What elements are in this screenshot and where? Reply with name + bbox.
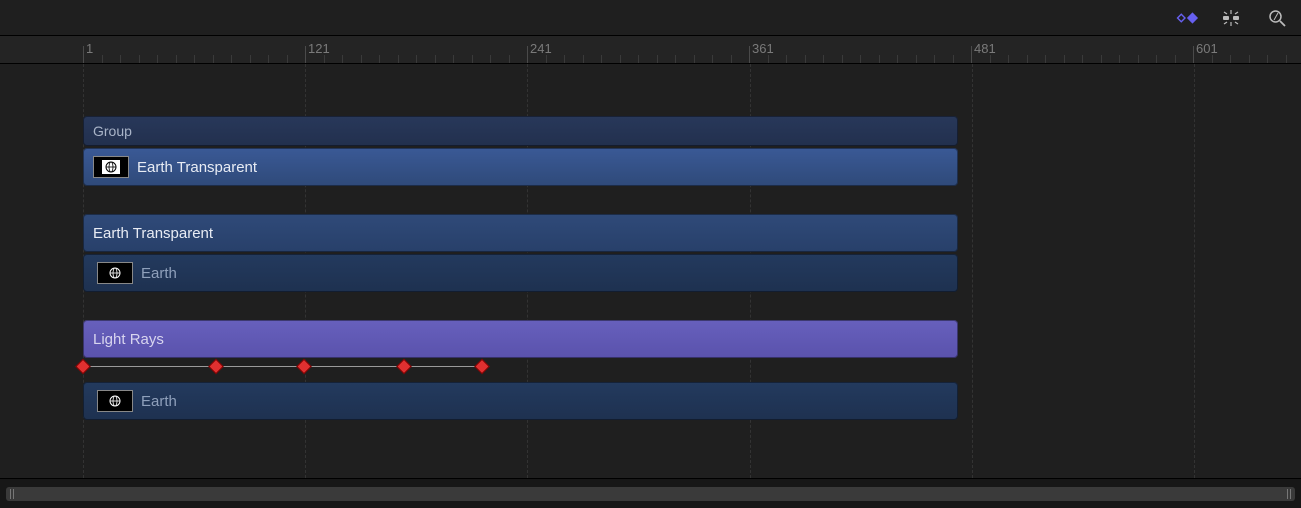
clip-label: Earth	[141, 265, 177, 282]
clip-thumbnail	[97, 390, 133, 412]
ruler-minor-tick	[342, 55, 343, 63]
timeline-scrollbar[interactable]	[0, 478, 1301, 508]
ruler-minor-tick	[509, 55, 510, 63]
ruler-minor-tick	[712, 55, 713, 63]
clip-label: Earth Transparent	[137, 159, 257, 176]
ruler-minor-tick	[583, 55, 584, 63]
ruler-minor-tick	[250, 55, 251, 63]
ruler-minor-tick	[1267, 55, 1268, 63]
ruler-minor-tick	[860, 55, 861, 63]
ruler-minor-tick	[176, 55, 177, 63]
ruler-minor-tick	[490, 55, 491, 63]
ruler-minor-tick	[1138, 55, 1139, 63]
ruler-minor-tick	[268, 55, 269, 63]
ruler-minor-tick	[731, 55, 732, 63]
ruler-minor-tick	[194, 55, 195, 63]
ruler-minor-tick	[546, 55, 547, 63]
keyframe-marker[interactable]	[474, 359, 490, 375]
ruler-minor-tick	[398, 55, 399, 63]
timeline-clip[interactable]: Earth Transparent	[83, 214, 958, 252]
ruler-minor-tick	[638, 55, 639, 63]
ruler-minor-tick	[1101, 55, 1102, 63]
ruler-minor-tick	[694, 55, 695, 63]
ruler-minor-tick	[786, 55, 787, 63]
clip-label: Light Rays	[93, 331, 164, 348]
ruler-minor-tick	[1064, 55, 1065, 63]
zoom-icon[interactable]	[1263, 4, 1291, 32]
ruler-minor-tick	[1119, 55, 1120, 63]
ruler-minor-tick	[657, 55, 658, 63]
ruler-minor-tick	[102, 55, 103, 63]
ruler-minor-tick	[1249, 55, 1250, 63]
ruler-minor-tick	[1027, 55, 1028, 63]
keyframe-marker[interactable]	[296, 359, 312, 375]
ruler-minor-tick	[157, 55, 158, 63]
ruler-minor-tick	[1045, 55, 1046, 63]
clip-label: Group	[93, 123, 132, 139]
clip-thumbnail	[97, 262, 133, 284]
ruler-label: 1	[86, 41, 93, 56]
ruler-minor-tick	[805, 55, 806, 63]
ruler-minor-tick	[120, 55, 121, 63]
ruler-minor-tick	[1156, 55, 1157, 63]
ruler-label: 601	[1196, 41, 1218, 56]
ruler-label: 361	[752, 41, 774, 56]
timeline-clip[interactable]: Earth	[83, 382, 958, 420]
timeline-clip[interactable]: Light Rays	[83, 320, 958, 358]
keyframe-marker[interactable]	[75, 359, 91, 375]
ruler-minor-tick	[842, 55, 843, 63]
clip-label: Earth	[141, 393, 177, 410]
ruler-minor-tick	[213, 55, 214, 63]
ruler-label: 121	[308, 41, 330, 56]
ruler-minor-tick	[472, 55, 473, 63]
timeline-tracks-area[interactable]: Group Earth Transparent Earth Transparent E…	[0, 64, 1301, 478]
timeline-clip[interactable]: Earth	[83, 254, 958, 292]
ruler-minor-tick	[416, 55, 417, 63]
grid-line	[972, 64, 973, 478]
ruler-minor-tick	[823, 55, 824, 63]
timeline-clip[interactable]: Earth Transparent	[83, 148, 958, 186]
scroll-thumb[interactable]	[6, 487, 1295, 501]
clip-label: Earth Transparent	[93, 225, 213, 242]
ruler-label: 481	[974, 41, 996, 56]
ruler-minor-tick	[287, 55, 288, 63]
ruler-minor-tick	[1008, 55, 1009, 63]
ruler-minor-tick	[324, 55, 325, 63]
ruler-minor-tick	[953, 55, 954, 63]
ruler-minor-tick	[601, 55, 602, 63]
ruler-minor-tick	[897, 55, 898, 63]
ruler-minor-tick	[564, 55, 565, 63]
timeline-toolbar	[0, 0, 1301, 36]
grid-line	[1194, 64, 1195, 478]
ruler-minor-tick	[1230, 55, 1231, 63]
ruler-minor-tick	[1212, 55, 1213, 63]
ruler-minor-tick	[231, 55, 232, 63]
ruler-minor-tick	[435, 55, 436, 63]
ruler-minor-tick	[620, 55, 621, 63]
ruler-minor-tick	[934, 55, 935, 63]
ruler-minor-tick	[990, 55, 991, 63]
ruler-label: 241	[530, 41, 552, 56]
ruler-minor-tick	[139, 55, 140, 63]
ruler-minor-tick	[361, 55, 362, 63]
keyframe-line	[83, 366, 482, 367]
timeline-clip[interactable]: Group	[83, 116, 958, 146]
ruler-minor-tick	[1286, 55, 1287, 63]
ruler-minor-tick	[675, 55, 676, 63]
timeline-ruler[interactable]: 1 121 241 361 481 601	[0, 36, 1301, 64]
keyframe-marker[interactable]	[208, 359, 224, 375]
ruler-minor-tick	[1175, 55, 1176, 63]
keyframe-marker[interactable]	[396, 359, 412, 375]
clip-thumbnail	[93, 156, 129, 178]
ruler-minor-tick	[1082, 55, 1083, 63]
ruler-minor-tick	[768, 55, 769, 63]
ruler-minor-tick	[916, 55, 917, 63]
ruler-minor-tick	[453, 55, 454, 63]
keyframe-tool-icon[interactable]	[1171, 4, 1199, 32]
ruler-minor-tick	[379, 55, 380, 63]
ruler-minor-tick	[879, 55, 880, 63]
keyframe-row[interactable]	[83, 360, 958, 374]
render-icon[interactable]	[1217, 4, 1245, 32]
